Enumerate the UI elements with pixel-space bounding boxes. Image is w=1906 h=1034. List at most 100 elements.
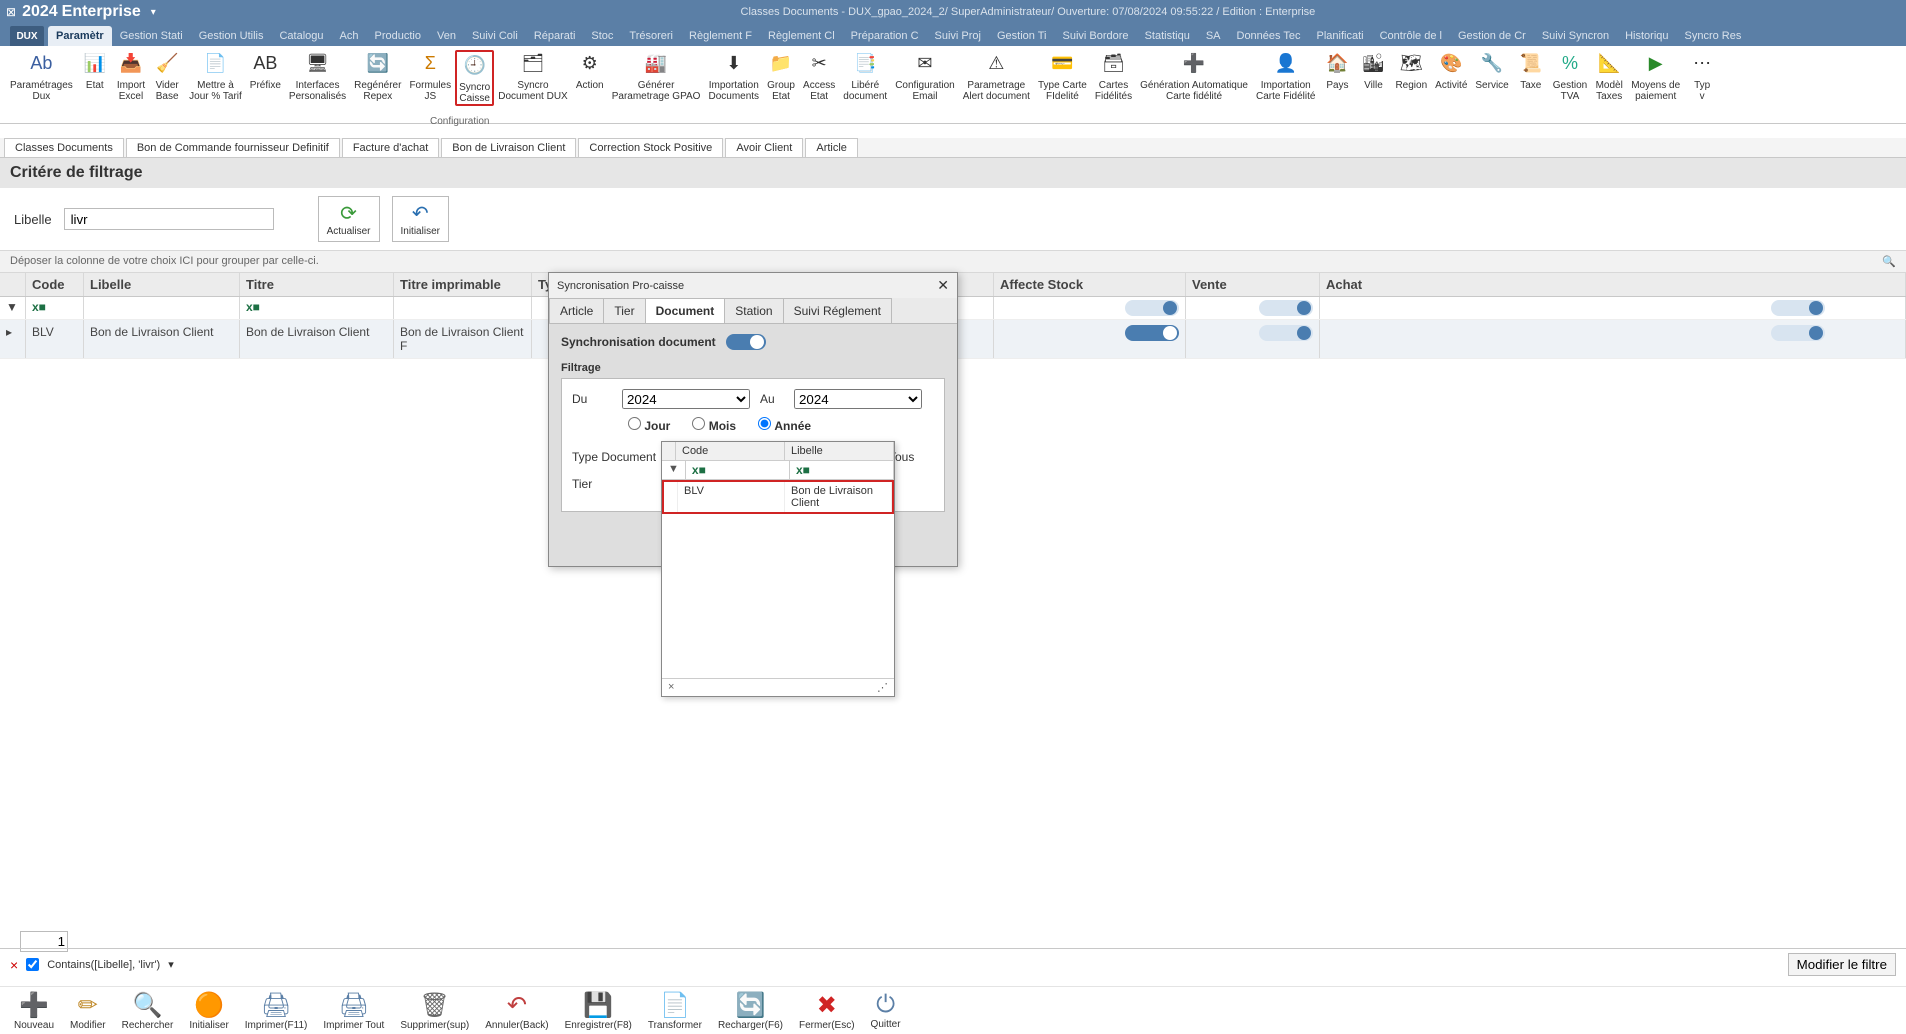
action-imprimer-tout[interactable]: 🖨Imprimer Tout [317,989,390,1033]
ribbon-type-carte[interactable]: 💳Type CarteFIdelité [1034,50,1091,102]
reset-button[interactable]: ↶ Initialiser [392,196,449,242]
dropdown-col-libelle[interactable]: Libelle [785,442,894,460]
menu-tab-productio[interactable]: Productio [367,26,429,46]
menu-tab-paramètr[interactable]: Paramètr [48,26,112,46]
menu-tab-suivi-proj[interactable]: Suivi Proj [927,26,989,46]
menu-tab-stoc[interactable]: Stoc [583,26,621,46]
action-imprimer-f11-[interactable]: 🖨Imprimer(F11) [239,989,314,1033]
dropdown-funnel-icon[interactable]: ▼ [662,461,686,479]
du-select[interactable]: 2024 [622,389,750,409]
ribbon-access[interactable]: ✂AccessEtat [799,50,839,102]
excel-icon[interactable]: x■ [32,300,46,314]
ribbon-parametrage[interactable]: ⚠ParametrageAlert document [959,50,1034,102]
col-vente[interactable]: Vente [1186,273,1320,296]
ribbon-action[interactable]: ⚙Action [572,50,608,91]
action-annuler-back-[interactable]: ↶Annuler(Back) [479,989,554,1033]
ribbon-interfaces[interactable]: 🖥InterfacesPersonalisés [285,50,350,102]
vente-filter-toggle[interactable] [1259,300,1313,316]
radio-annee[interactable]: Année [758,417,811,433]
action-enregistrer-f8-[interactable]: 💾Enregistrer(F8) [559,989,638,1033]
action-rechercher[interactable]: 🔍Rechercher [116,989,180,1033]
edit-filter-button[interactable]: Modifier le filtre [1788,953,1896,976]
col-affecte-stock[interactable]: Affecte Stock [994,273,1186,296]
ribbon-import[interactable]: 📥ImportExcel [113,50,149,102]
menu-tab-sa[interactable]: SA [1198,26,1229,46]
excel-icon[interactable]: x■ [246,300,260,314]
col-achat[interactable]: Achat [1320,273,1906,296]
action-nouveau[interactable]: ➕Nouveau [8,989,60,1033]
action-transformer[interactable]: 📄Transformer [642,989,708,1033]
achat-toggle[interactable] [1771,325,1825,341]
ribbon-typ[interactable]: ⋯Typv [1684,50,1720,102]
menu-tab-gestion-ti[interactable]: Gestion Ti [989,26,1055,46]
ribbon-mettre-[interactable]: 📄Mettre àJour % Tarif [185,50,246,102]
workspace-tab-article[interactable]: Article [805,138,858,157]
modal-close-icon[interactable]: ✕ [937,277,949,294]
ribbon-importation[interactable]: ⬇ImportationDocuments [704,50,763,102]
ribbon-etat[interactable]: 📊Etat [77,50,113,91]
menu-tab-règlement-cl[interactable]: Règlement Cl [760,26,843,46]
ribbon-param-trages[interactable]: AbParamétragesDux [6,50,77,102]
refresh-button[interactable]: ⟳ Actualiser [318,196,380,242]
menu-tab-contrôle-de-l[interactable]: Contrôle de l [1372,26,1450,46]
modal-tab-article[interactable]: Article [549,298,604,323]
search-icon[interactable]: 🔍 [1882,255,1896,268]
menu-tab-gestion-de-cr[interactable]: Gestion de Cr [1450,26,1534,46]
ribbon-mod-l[interactable]: 📐ModèlTaxes [1591,50,1627,102]
menu-tab-suivi-bordore[interactable]: Suivi Bordore [1055,26,1137,46]
menu-tab-planificati[interactable]: Planificati [1309,26,1372,46]
ribbon-cartes[interactable]: 🗃CartesFidélités [1091,50,1136,102]
menu-tab-gestion-stati[interactable]: Gestion Stati [112,26,191,46]
ribbon-lib-r-[interactable]: 📑Libérédocument [839,50,891,102]
menu-tab-règlement-f[interactable]: Règlement F [681,26,760,46]
au-select[interactable]: 2024 [794,389,922,409]
workspace-tab-classes-documents[interactable]: Classes Documents [4,138,124,157]
col-titre[interactable]: Titre [240,273,394,296]
ribbon-region[interactable]: 🗺Region [1391,50,1431,91]
ribbon-pays[interactable]: 🏠Pays [1319,50,1355,91]
col-titre-imprimable[interactable]: Titre imprimable [394,273,532,296]
row-handle[interactable]: ▸ [0,320,26,358]
stock-filter-toggle[interactable] [1125,300,1179,316]
modal-tab-document[interactable]: Document [645,298,726,323]
action-initialiser[interactable]: 🟠Initialiser [183,989,234,1033]
col-libelle[interactable]: Libelle [84,273,240,296]
workspace-tab-bon-de-livraison-client[interactable]: Bon de Livraison Client [441,138,576,157]
ribbon-formules[interactable]: ΣFormulesJS [405,50,455,102]
ribbon-syncro[interactable]: 🕘SyncroCaisse [455,50,494,106]
ribbon-syncro[interactable]: 🗂SyncroDocument DUX [494,50,571,102]
action-fermer-esc-[interactable]: ✖Fermer(Esc) [793,989,861,1033]
dropdown-resize-icon[interactable]: ⋰ [877,681,888,694]
dropdown-close-icon[interactable]: × [668,681,674,694]
dropdown-row[interactable]: BLV Bon de Livraison Client [662,480,894,514]
menu-tab-ven[interactable]: Ven [429,26,464,46]
menu-tab-statistiqu[interactable]: Statistiqu [1137,26,1198,46]
workspace-tab-correction-stock-positive[interactable]: Correction Stock Positive [578,138,723,157]
menu-tab-données-tec[interactable]: Données Tec [1229,26,1309,46]
ribbon-service[interactable]: 🔧Service [1471,50,1512,91]
app-close-glyph[interactable]: ⊠ [6,5,16,19]
excel-icon[interactable]: x■ [796,463,810,477]
filter-caret-icon[interactable]: ▾ [168,958,174,971]
modal-tab-station[interactable]: Station [724,298,783,323]
excel-icon[interactable]: x■ [692,463,706,477]
menu-tab-historiqu[interactable]: Historiqu [1617,26,1676,46]
ribbon-moyens-de[interactable]: ▶Moyens depaiement [1627,50,1684,102]
filter-close-icon[interactable]: × [10,957,18,973]
action-recharger-f6-[interactable]: 🔄Recharger(F6) [712,989,789,1033]
workspace-tab-avoir-client[interactable]: Avoir Client [725,138,803,157]
ribbon-vider[interactable]: 🧹ViderBase [149,50,185,102]
menu-tab-ach[interactable]: Ach [332,26,367,46]
ribbon-pr-fixe[interactable]: ABPréfixe [246,50,285,91]
ribbon-gestion[interactable]: %GestionTVA [1549,50,1591,102]
ribbon-ville[interactable]: 🏙Ville [1355,50,1391,91]
achat-filter-toggle[interactable] [1771,300,1825,316]
app-logo[interactable]: DUX [10,26,44,46]
action-modifier[interactable]: ✏Modifier [64,989,112,1033]
ribbon-reg-n-rer[interactable]: 🔄RegénérerRepex [350,50,405,102]
menu-tab-préparation-c[interactable]: Préparation C [843,26,927,46]
menu-tab-catalogu[interactable]: Catalogu [271,26,331,46]
menu-tab-suivi-coli[interactable]: Suivi Coli [464,26,526,46]
libelle-input[interactable] [64,208,274,230]
ribbon-taxe[interactable]: 📜Taxe [1513,50,1549,91]
